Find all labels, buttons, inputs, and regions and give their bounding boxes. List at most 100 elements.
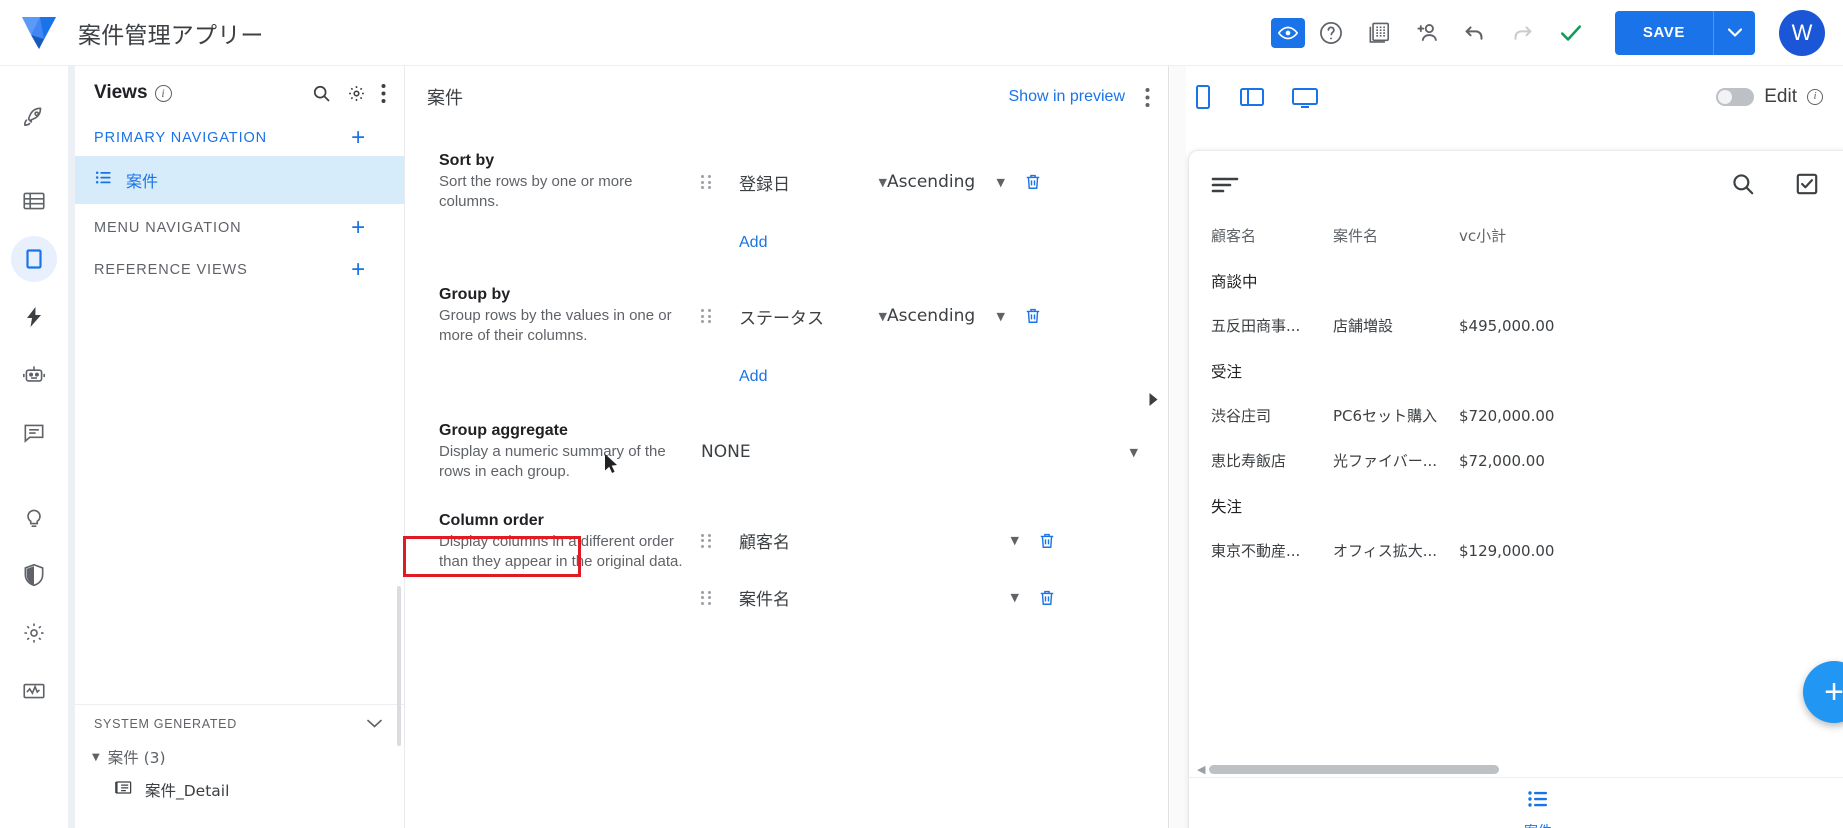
views-scrollbar[interactable]	[397, 586, 401, 746]
drag-handle-icon[interactable]	[701, 590, 717, 605]
add-primary-view-button[interactable]: +	[351, 126, 384, 150]
cell-customer: 恵比寿飯店	[1211, 452, 1287, 470]
rail-item-security[interactable]	[11, 552, 57, 598]
section-reference-views: REFERENCE VIEWS +	[68, 246, 404, 288]
cell-customer: 五反田商事...	[1211, 317, 1301, 335]
search-icon[interactable]	[311, 83, 332, 104]
column-order-value-1: 顧客名	[739, 533, 790, 553]
check-icon	[1549, 11, 1593, 55]
add-reference-view-button[interactable]: +	[351, 258, 384, 282]
drag-handle-icon[interactable]	[701, 175, 717, 189]
rail-item-ideas[interactable]	[11, 494, 57, 540]
save-group: SAVE	[1614, 10, 1755, 55]
drag-handle-icon[interactable]	[701, 533, 717, 548]
table-row[interactable]: 恵比寿飯店 光ファイバー... $72,000.00	[1189, 438, 1843, 483]
more-vertical-icon[interactable]	[1145, 87, 1150, 108]
group-column-value: ステータス	[739, 308, 824, 329]
group-header-row[interactable]: 失注	[1189, 483, 1843, 528]
table-row[interactable]: 五反田商事... 店舗増設 $495,000.00	[1189, 303, 1843, 348]
trash-icon[interactable]	[1037, 588, 1057, 608]
data-copy-icon[interactable]	[1357, 11, 1401, 55]
group-add-row: Add	[405, 368, 1168, 386]
undo-icon[interactable]	[1453, 11, 1497, 55]
group-header-row[interactable]: 商談中	[1189, 258, 1843, 303]
rail-item-intelligence[interactable]	[11, 352, 57, 398]
device-phone-icon[interactable]	[1192, 84, 1214, 110]
setting-title: Group by	[439, 286, 511, 303]
preview-eye-icon[interactable]	[1270, 17, 1305, 48]
preview-header: Edit i	[1170, 66, 1843, 110]
group-direction-select[interactable]: Ascending ▼	[887, 306, 1005, 326]
rail-item-chat[interactable]	[11, 410, 57, 456]
sort-add-row: Add	[405, 234, 1168, 252]
setting-description: Display columns in a different order tha…	[439, 533, 683, 570]
rail-item-settings[interactable]	[11, 610, 57, 656]
avatar[interactable]: W	[1779, 9, 1825, 56]
cell-subtotal: $129,000.00	[1459, 541, 1555, 560]
help-question-icon[interactable]	[1309, 11, 1353, 55]
table-row[interactable]: 渋谷庄司 PC6セット購入 $720,000.00	[1189, 393, 1843, 438]
trash-icon[interactable]	[1023, 172, 1043, 192]
trash-icon[interactable]	[1037, 531, 1057, 551]
checkbox-select-icon[interactable]	[1794, 171, 1820, 197]
appsheet-logo[interactable]	[0, 13, 78, 53]
save-dropdown-arrow[interactable]	[1713, 10, 1755, 55]
device-tablet-icon[interactable]	[1238, 84, 1266, 110]
show-in-preview-link[interactable]: Show in preview	[1009, 88, 1126, 106]
column-header-3: vc小計	[1459, 227, 1507, 245]
trash-icon[interactable]	[1023, 306, 1043, 326]
more-vertical-icon[interactable]	[381, 83, 386, 104]
chevron-down-icon[interactable]	[367, 717, 382, 731]
panel-expand-arrow[interactable]	[1148, 392, 1159, 412]
rail-item-automation[interactable]	[11, 294, 57, 340]
list-view-icon	[94, 168, 113, 192]
views-title: Views	[94, 82, 148, 103]
chevron-down-icon: ▼	[878, 309, 887, 323]
info-icon[interactable]: i	[1807, 89, 1823, 105]
list-view-icon[interactable]	[1526, 787, 1550, 816]
horizontal-scrollbar[interactable]	[1209, 764, 1500, 774]
sort-column-select[interactable]: 登録日 ▼	[739, 170, 887, 195]
table-header-row: 顧客名 案件名 vc小計	[1189, 213, 1843, 258]
sort-lines-icon[interactable]	[1211, 174, 1239, 194]
group-add-link[interactable]: Add	[739, 368, 767, 385]
rail-item-data[interactable]	[11, 178, 57, 224]
add-menu-view-button[interactable]: +	[351, 216, 384, 240]
search-icon[interactable]	[1730, 171, 1756, 197]
appsheet-editor: 案件管理アプリー SAVE W Views i PRIMARY NAVIGATI…	[0, 0, 1843, 828]
device-desktop-icon[interactable]	[1290, 84, 1320, 110]
group-header-row[interactable]: 受注	[1189, 348, 1843, 393]
add-record-fab[interactable]: +	[1803, 661, 1843, 723]
add-person-icon[interactable]	[1405, 11, 1449, 55]
rail-item-monitor[interactable]	[11, 668, 57, 714]
rail-item-launch[interactable]	[11, 94, 57, 140]
group-aggregate-select[interactable]: NONE ▼	[701, 442, 1156, 462]
group-column-select[interactable]: ステータス ▼	[739, 304, 887, 329]
column-order-select-2[interactable]: 案件名 ▼	[739, 585, 1019, 610]
edit-toggle[interactable]	[1716, 88, 1755, 106]
gear-icon[interactable]	[346, 83, 367, 104]
drag-handle-icon[interactable]	[701, 309, 717, 323]
views-header: Views i	[68, 66, 404, 114]
sort-add-link[interactable]: Add	[739, 234, 767, 251]
setting-title: Sort by	[439, 152, 495, 169]
caret-down-icon[interactable]: ▼	[92, 752, 100, 763]
setting-group-aggregate: Group aggregate Display a numeric summar…	[405, 416, 1168, 482]
column-order-select-1[interactable]: 顧客名 ▼	[739, 528, 1019, 553]
scroll-left-arrow[interactable]: ◀	[1197, 763, 1205, 776]
system-generated-header[interactable]: SYSTEM GENERATED	[68, 704, 404, 741]
table-row[interactable]: 東京不動産... オフィス拡大... $129,000.00	[1189, 528, 1843, 573]
save-button[interactable]: SAVE	[1614, 10, 1713, 55]
tree-row-anken[interactable]: ▼ 案件 (3)	[68, 741, 404, 773]
sidebar-item-anken[interactable]: 案件	[68, 156, 404, 204]
column-order-value-2: 案件名	[739, 590, 790, 610]
app-preview-panel: Edit i 顧客名 案件名 vc小計 商談中 五反田商事... 店舗増設 $4…	[1170, 66, 1843, 828]
tree-row-anken-detail[interactable]: 案件_Detail	[68, 773, 404, 806]
top-actions: SAVE W	[1270, 9, 1843, 56]
page-title: 案件管理アプリー	[78, 22, 264, 49]
sort-direction-select[interactable]: Ascending ▼	[887, 172, 1005, 192]
cell-subtotal: $720,000.00	[1459, 406, 1555, 425]
info-icon[interactable]: i	[154, 84, 172, 102]
redo-icon[interactable]	[1501, 11, 1545, 55]
rail-item-views[interactable]	[11, 236, 57, 282]
